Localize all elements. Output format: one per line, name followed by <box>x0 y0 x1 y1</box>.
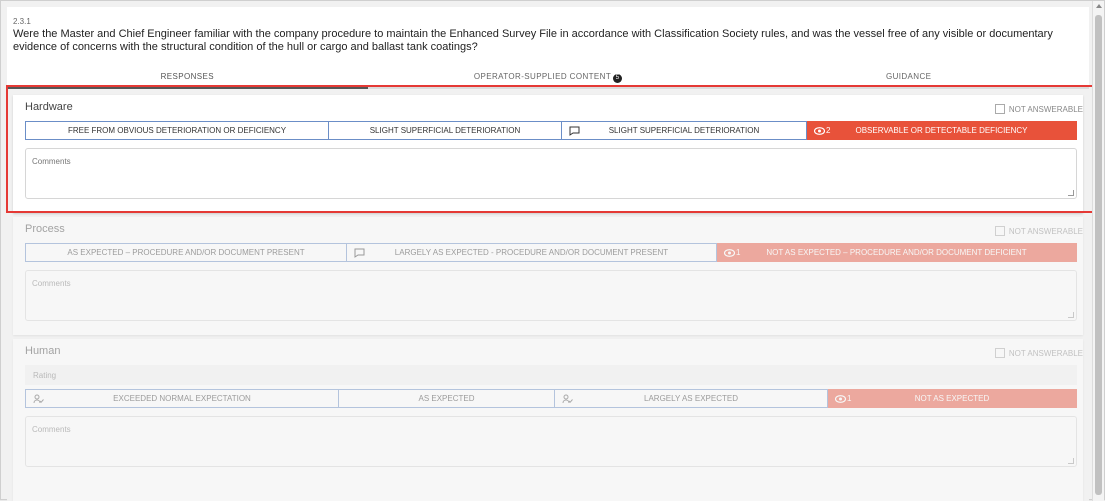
tab-operator-supplied-content[interactable]: OPERATOR-SUPPLIED CONTENT 5 <box>367 65 729 89</box>
resize-grip-icon[interactable] <box>1068 190 1074 196</box>
not-answerable-label: NOT ANSWERABLE <box>1008 104 1083 114</box>
count-value: 1 <box>847 394 852 403</box>
eye-icon <box>724 248 735 257</box>
comment-icon <box>354 248 365 258</box>
option-label: LARGELY AS EXPECTED <box>644 394 738 403</box>
tab-responses-label: RESPONSES <box>160 72 215 81</box>
main-panel: 2.3.1 Were the Master and Chief Engineer… <box>7 7 1090 501</box>
scroll-thumb[interactable] <box>1095 15 1102 495</box>
section-human: Human NOT ANSWERABLE Rating EXCEEDED NOR… <box>13 339 1083 501</box>
not-answerable-label: NOT ANSWERABLE <box>1008 348 1083 358</box>
option-largely-as-expected[interactable]: LARGELY AS EXPECTED - PROCEDURE AND/OR D… <box>347 243 717 262</box>
section-title: Process <box>25 223 65 235</box>
tab-responses[interactable]: RESPONSES <box>7 65 368 89</box>
section-title: Hardware <box>25 101 73 113</box>
tab-operator-label: OPERATOR-SUPPLIED CONTENT <box>473 72 612 81</box>
observation-count: 1 <box>724 248 740 257</box>
tab-bar: RESPONSES OPERATOR-SUPPLIED CONTENT 5 GUI… <box>7 65 1090 89</box>
observation-count: 1 <box>835 394 851 403</box>
comments-placeholder: Comments <box>32 425 71 434</box>
question-text: Were the Master and Chief Engineer famil… <box>13 28 1053 53</box>
section-title: Human <box>25 345 61 357</box>
count-value: 1 <box>736 248 741 257</box>
person-icon <box>562 394 573 404</box>
option-label: SLIGHT SUPERFICIAL DETERIORATION <box>369 126 521 135</box>
option-free-from-deterioration[interactable]: FREE FROM OBVIOUS DETERIORATION OR DEFIC… <box>25 121 329 140</box>
option-slight-superficial-2[interactable]: SLIGHT SUPERFICIAL DETERIORATION <box>562 121 807 140</box>
checkbox-icon[interactable] <box>994 226 1005 236</box>
comments-field[interactable]: Comments <box>25 270 1077 321</box>
question-number: 2.3.1 <box>13 17 31 26</box>
option-largely-as-expected[interactable]: LARGELY AS EXPECTED <box>555 389 828 408</box>
option-as-expected[interactable]: AS EXPECTED <box>339 389 555 408</box>
comments-field[interactable]: Comments <box>25 148 1077 199</box>
comment-icon <box>569 126 580 136</box>
option-label: NOT AS EXPECTED – PROCEDURE AND/OR DOCUM… <box>766 248 1027 257</box>
observation-count: 2 <box>814 126 830 135</box>
option-not-as-expected[interactable]: 1 NOT AS EXPECTED – PROCEDURE AND/OR DOC… <box>717 243 1077 262</box>
rating-label: Rating <box>33 371 57 380</box>
tab-guidance-label: GUIDANCE <box>885 72 932 81</box>
comments-placeholder: Comments <box>32 279 71 288</box>
option-label: AS EXPECTED – PROCEDURE AND/OR DOCUMENT … <box>67 248 305 257</box>
person-icon <box>33 394 44 404</box>
app-frame: 2.3.1 Were the Master and Chief Engineer… <box>0 0 1105 501</box>
section-hardware: Hardware NOT ANSWERABLE FREE FROM OBVIOU… <box>13 95 1083 213</box>
option-exceeded-expectation[interactable]: EXCEEDED NORMAL EXPECTATION <box>25 389 339 408</box>
resize-grip-icon[interactable] <box>1068 312 1074 318</box>
checkbox-icon[interactable] <box>994 104 1005 114</box>
resize-grip-icon[interactable] <box>1068 458 1074 464</box>
option-label: FREE FROM OBVIOUS DETERIORATION OR DEFIC… <box>67 126 287 135</box>
comments-placeholder: Comments <box>32 157 71 166</box>
option-label: SLIGHT SUPERFICIAL DETERIORATION <box>608 126 760 135</box>
option-label: LARGELY AS EXPECTED - PROCEDURE AND/OR D… <box>394 248 669 257</box>
not-answerable-toggle[interactable]: NOT ANSWERABLE <box>994 104 1083 114</box>
option-label: NOT AS EXPECTED <box>914 394 990 403</box>
count-value: 2 <box>826 126 831 135</box>
option-slight-superficial-1[interactable]: SLIGHT SUPERFICIAL DETERIORATION <box>329 121 562 140</box>
option-label: AS EXPECTED <box>418 394 475 403</box>
comments-field[interactable]: Comments <box>25 416 1077 467</box>
not-answerable-toggle[interactable]: NOT ANSWERABLE <box>994 226 1083 236</box>
option-not-as-expected[interactable]: 1 NOT AS EXPECTED <box>828 389 1077 408</box>
option-label: EXCEEDED NORMAL EXPECTATION <box>113 394 251 403</box>
eye-icon <box>814 126 825 135</box>
scrollbar[interactable] <box>1092 1 1104 501</box>
checkbox-icon[interactable] <box>994 348 1005 358</box>
rating-bar: Rating <box>25 365 1077 385</box>
section-process: Process NOT ANSWERABLE AS EXPECTED – PRO… <box>13 217 1083 335</box>
option-group: EXCEEDED NORMAL EXPECTATION AS EXPECTED … <box>25 389 1077 408</box>
tab-guidance[interactable]: GUIDANCE <box>728 65 1090 89</box>
option-label: OBSERVABLE OR DETECTABLE DEFICIENCY <box>855 126 1028 135</box>
option-group: AS EXPECTED – PROCEDURE AND/OR DOCUMENT … <box>25 243 1077 262</box>
option-as-expected[interactable]: AS EXPECTED – PROCEDURE AND/OR DOCUMENT … <box>25 243 347 262</box>
eye-icon <box>835 394 846 403</box>
scroll-up-icon[interactable] <box>1096 4 1102 8</box>
option-group: FREE FROM OBVIOUS DETERIORATION OR DEFIC… <box>25 121 1077 140</box>
not-answerable-label: NOT ANSWERABLE <box>1008 226 1083 236</box>
not-answerable-toggle[interactable]: NOT ANSWERABLE <box>994 348 1083 358</box>
option-observable-deficiency[interactable]: 2 OBSERVABLE OR DETECTABLE DEFICIENCY <box>807 121 1077 140</box>
count-badge: 5 <box>613 74 623 83</box>
